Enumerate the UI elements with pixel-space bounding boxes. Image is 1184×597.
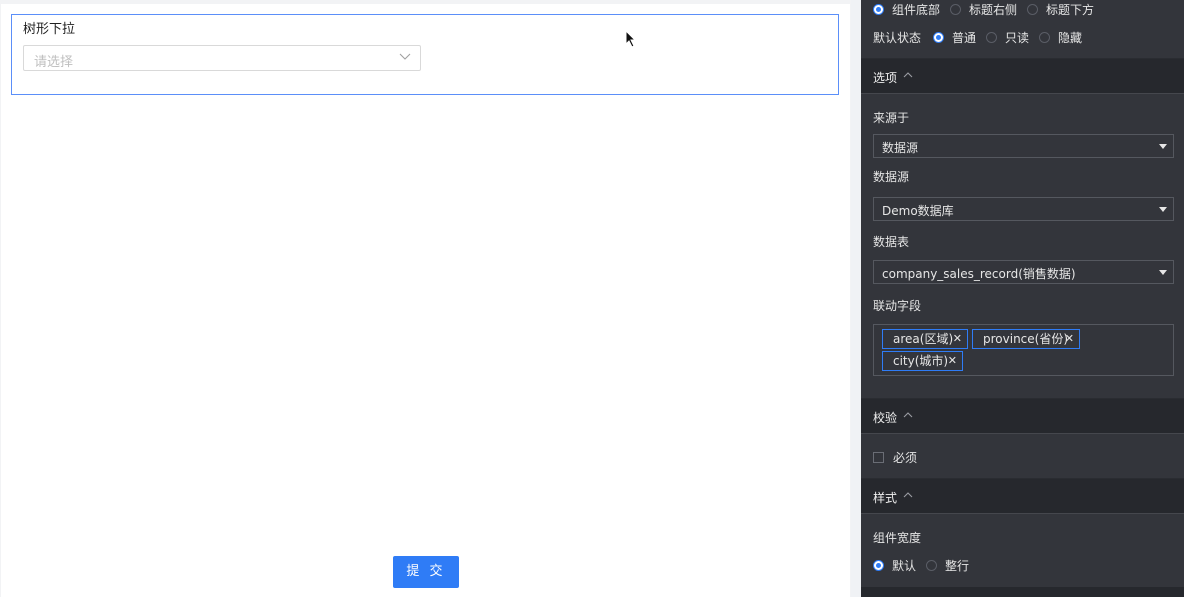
width-full-row[interactable]: 整行 — [926, 557, 969, 574]
chevron-up-icon[interactable] — [903, 411, 913, 419]
required-checkbox-row[interactable]: 必须 — [873, 449, 917, 466]
required-label: 必须 — [893, 451, 918, 465]
radio-checked-icon[interactable] — [933, 32, 945, 43]
close-icon[interactable]: ✕ — [953, 330, 962, 348]
radio-icon[interactable] — [1039, 32, 1051, 43]
default-state-label: 默认状态 — [873, 31, 922, 45]
panel-footer-strip — [861, 587, 1184, 597]
chevron-up-icon[interactable] — [903, 491, 913, 499]
checkbox-icon[interactable] — [873, 452, 884, 463]
tree-select-widget[interactable]: 树形下拉 请选择 — [11, 14, 839, 95]
table-label: 数据表 — [873, 235, 910, 249]
option-label: 默认 — [892, 559, 917, 573]
option-label: 标题下方 — [1046, 3, 1095, 17]
title-position-bottom[interactable]: 组件底部 — [873, 1, 940, 18]
chevron-down-icon — [399, 53, 411, 60]
source-label: 来源于 — [873, 111, 910, 125]
section-title: 样式 — [873, 491, 898, 505]
table-select[interactable]: company_sales_record(销售数据) — [873, 260, 1174, 284]
tag-label: city(城市) — [893, 354, 949, 368]
radio-checked-icon[interactable] — [873, 4, 884, 15]
radio-icon[interactable] — [1027, 4, 1039, 15]
title-position-right[interactable]: 标题右侧 — [950, 1, 1017, 18]
source-select[interactable]: 数据源 — [873, 134, 1174, 158]
option-label: 只读 — [1005, 31, 1030, 45]
linked-field-tag[interactable]: area(区域) ✕ — [882, 329, 968, 349]
select-value: Demo数据库 — [882, 204, 954, 218]
close-icon[interactable]: ✕ — [948, 352, 957, 370]
properties-panel: 组件底部 标题右侧 标题下方 默认状态 普通 只读 隐藏 选项 来源于 数据源 … — [861, 0, 1184, 597]
radio-icon[interactable] — [926, 560, 938, 571]
close-icon[interactable]: ✕ — [1065, 330, 1074, 348]
datasource-label: 数据源 — [873, 170, 910, 184]
title-position-below[interactable]: 标题下方 — [1027, 1, 1094, 18]
options-section-header[interactable]: 选项 — [861, 58, 1184, 94]
title-position-group: 组件底部 标题右侧 标题下方 — [873, 1, 1104, 18]
section-title: 校验 — [873, 411, 898, 425]
caret-down-icon — [1159, 144, 1167, 149]
linked-field-tag[interactable]: province(省份) ✕ — [972, 329, 1080, 349]
radio-icon[interactable] — [986, 32, 998, 43]
radio-icon[interactable] — [950, 4, 962, 15]
form-canvas: 树形下拉 请选择 提 交 — [0, 0, 851, 597]
select-value: company_sales_record(销售数据) — [882, 267, 1076, 281]
widget-title: 树形下拉 — [23, 22, 76, 37]
option-label: 隐藏 — [1058, 31, 1083, 45]
mouse-cursor-icon — [625, 30, 637, 48]
section-title: 选项 — [873, 71, 898, 85]
caret-down-icon — [1159, 270, 1167, 275]
option-label: 整行 — [945, 559, 970, 573]
radio-checked-icon[interactable] — [873, 560, 884, 571]
state-hidden[interactable]: 隐藏 — [1039, 29, 1082, 46]
tag-label: area(区域) — [893, 332, 954, 346]
select-value: 数据源 — [882, 141, 919, 155]
tree-select-placeholder: 请选择 — [34, 55, 74, 70]
caret-down-icon — [1159, 207, 1167, 212]
chevron-up-icon[interactable] — [903, 71, 913, 79]
submit-button[interactable]: 提 交 — [393, 556, 459, 588]
width-radio-group: 默认 整行 — [873, 557, 979, 574]
validation-section-header[interactable]: 校验 — [861, 398, 1184, 434]
linked-field-tag[interactable]: city(城市) ✕ — [882, 351, 963, 371]
option-label: 标题右侧 — [969, 3, 1018, 17]
state-normal[interactable]: 普通 — [933, 29, 976, 46]
option-label: 组件底部 — [892, 3, 941, 17]
style-section-header[interactable]: 样式 — [861, 478, 1184, 514]
width-default[interactable]: 默认 — [873, 557, 916, 574]
width-label: 组件宽度 — [873, 531, 922, 545]
state-readonly[interactable]: 只读 — [986, 29, 1029, 46]
tag-label: province(省份) — [983, 332, 1069, 346]
datasource-select[interactable]: Demo数据库 — [873, 197, 1174, 221]
option-label: 普通 — [952, 31, 977, 45]
tree-select-input[interactable]: 请选择 — [23, 45, 421, 71]
default-state-group: 默认状态 普通 只读 隐藏 — [873, 29, 1092, 46]
linked-fields-multiselect[interactable]: area(区域) ✕ province(省份) ✕ city(城市) ✕ — [873, 324, 1174, 376]
linked-fields-label: 联动字段 — [873, 299, 922, 313]
